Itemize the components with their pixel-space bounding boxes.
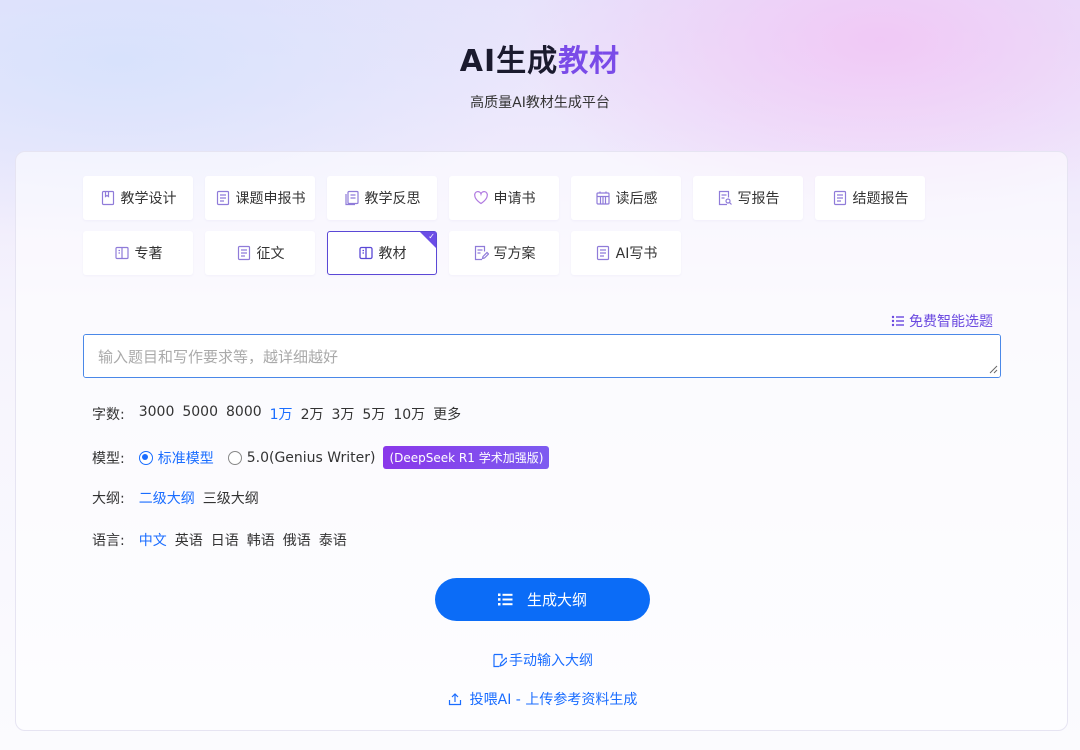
word-count-option-0[interactable]: 3000 <box>139 404 175 424</box>
word-count-label: 字数: <box>92 407 125 423</box>
language-option-0[interactable]: 中文 <box>139 530 167 550</box>
upload-row: 投喂AI - 上传参考资料生成 <box>16 689 1069 710</box>
word-count-option-6[interactable]: 5万 <box>362 404 385 424</box>
category-tab-label: 申请书 <box>493 191 536 207</box>
manual-outline-row: 手动输入大纲 <box>16 650 1069 672</box>
category-tab-r1-2[interactable]: 教学反思 <box>327 176 437 220</box>
language-option-2[interactable]: 日语 <box>211 530 239 550</box>
book-icon <box>114 245 130 261</box>
page-header: AI生成教材 高质量AI教材生成平台 <box>0 36 1080 112</box>
outline-option-1[interactable]: 三级大纲 <box>203 488 259 508</box>
word-count-option-3[interactable]: 1万 <box>270 404 293 424</box>
check-icon: ✓ <box>428 232 435 241</box>
model-row: 模型: 标准模型 5.0(Genius Writer) (DeepSeek R1 … <box>92 446 550 469</box>
word-count-row: 字数: 3000 5000 8000 1万 2万 3万 5万 10万 更多 <box>92 404 469 424</box>
generate-outline-label: 生成大纲 <box>526 591 587 609</box>
category-row-1: 教学设计 课题申报书 教学反思 申请书 读后感 写报告 结题报告 <box>83 176 983 220</box>
calendar-icon <box>595 190 611 206</box>
category-tab-label: 写报告 <box>737 191 780 207</box>
outline-label: 大纲: <box>92 491 125 507</box>
category-tab-label: 读后感 <box>615 191 658 207</box>
category-tab-r1-4[interactable]: 读后感 <box>571 176 681 220</box>
category-tab-r1-1[interactable]: 课题申报书 <box>205 176 315 220</box>
language-label: 语言: <box>92 533 125 549</box>
category-tab-label: 写方案 <box>493 246 536 262</box>
report-search-icon <box>717 190 733 206</box>
language-option-1[interactable]: 英语 <box>175 530 203 550</box>
deepseek-badge: (DeepSeek R1 学术加强版) <box>383 446 550 469</box>
manual-outline-link[interactable]: 手动输入大纲 <box>492 650 593 670</box>
outline-option-0[interactable]: 二级大纲 <box>139 488 195 508</box>
main-panel: 教学设计 课题申报书 教学反思 申请书 读后感 写报告 结题报告 专著 征文 教材 ✓ 写方案 AI写… <box>15 151 1068 731</box>
category-tab-label: 课题申报书 <box>235 191 306 207</box>
category-tab-r2-2[interactable]: 教材 ✓ <box>327 231 437 275</box>
category-tab-r2-1[interactable]: 征文 <box>205 231 315 275</box>
radio-icon <box>138 450 153 465</box>
list-icon <box>497 593 513 606</box>
language-option-3[interactable]: 韩语 <box>247 530 275 550</box>
upload-reference-link[interactable]: 投喂AI - 上传参考资料生成 <box>448 689 638 709</box>
category-tab-label: 专著 <box>134 246 163 262</box>
language-row: 语言: 中文 英语 日语 韩语 俄语 泰语 <box>92 530 355 550</box>
category-tab-r1-3[interactable]: 申请书 <box>449 176 559 220</box>
upload-reference-label: 投喂AI - 上传参考资料生成 <box>469 692 638 708</box>
category-row-2: 专著 征文 教材 ✓ 写方案 AI写书 <box>83 231 983 275</box>
free-topic-label: 免费智能选题 <box>909 314 993 330</box>
category-tab-r2-0[interactable]: 专著 <box>83 231 193 275</box>
word-count-option-8[interactable]: 更多 <box>433 404 461 424</box>
generate-outline-button[interactable]: 生成大纲 <box>435 578 650 621</box>
document-icon <box>215 190 231 206</box>
model-radio-0[interactable]: 标准模型 <box>138 448 214 468</box>
notebook-icon <box>100 190 116 206</box>
model-label: 模型: <box>92 450 125 467</box>
word-count-option-5[interactable]: 3万 <box>331 404 354 424</box>
category-tab-r2-3[interactable]: 写方案 <box>449 231 559 275</box>
word-count-option-1[interactable]: 5000 <box>182 404 218 424</box>
category-tabs: 教学设计 课题申报书 教学反思 申请书 读后感 写报告 结题报告 专著 征文 教材 ✓ 写方案 AI写… <box>83 176 983 286</box>
model-radio-label: 标准模型 <box>157 450 214 467</box>
pages-icon <box>344 190 360 206</box>
category-tab-r1-5[interactable]: 写报告 <box>693 176 803 220</box>
word-count-option-2[interactable]: 8000 <box>226 404 262 424</box>
radio-icon <box>227 450 242 465</box>
word-count-option-7[interactable]: 10万 <box>393 404 425 424</box>
document-icon <box>595 245 611 261</box>
edit-doc-icon <box>473 245 489 261</box>
language-option-5[interactable]: 泰语 <box>319 530 347 550</box>
language-option-4[interactable]: 俄语 <box>283 530 311 550</box>
prompt-input[interactable] <box>83 334 1001 378</box>
category-tab-label: 教学反思 <box>364 191 421 207</box>
page-subtitle: 高质量AI教材生成平台 <box>470 95 610 111</box>
category-tab-label: 征文 <box>256 246 285 262</box>
title-main: AI生成 <box>459 44 559 79</box>
heart-icon <box>473 190 489 206</box>
word-count-option-4[interactable]: 2万 <box>301 404 324 424</box>
document-icon <box>236 245 252 261</box>
resize-handle-icon[interactable] <box>988 364 998 374</box>
category-tab-label: 教材 <box>378 246 407 262</box>
list-icon <box>891 315 904 327</box>
category-tab-r2-4[interactable]: AI写书 <box>571 231 681 275</box>
category-tab-r1-6[interactable]: 结题报告 <box>815 176 925 220</box>
category-tab-label: 教学设计 <box>120 191 177 207</box>
free-topic-link[interactable]: 免费智能选题 <box>891 311 993 331</box>
category-tab-label: 结题报告 <box>852 191 909 207</box>
category-tab-r1-0[interactable]: 教学设计 <box>83 176 193 220</box>
edit-icon <box>493 653 507 667</box>
document-icon <box>832 190 848 206</box>
model-radio-label: 5.0(Genius Writer) <box>246 449 376 466</box>
upload-icon <box>448 693 461 706</box>
outline-row: 大纲: 二级大纲 三级大纲 <box>92 488 267 508</box>
manual-outline-label: 手动输入大纲 <box>509 653 593 669</box>
open-book-icon <box>358 245 374 261</box>
title-accent: 教材 <box>558 44 621 79</box>
page-title: AI生成教材 <box>0 36 1080 80</box>
model-radio-1[interactable]: 5.0(Genius Writer) <box>227 449 376 466</box>
category-tab-label: AI写书 <box>615 246 658 262</box>
